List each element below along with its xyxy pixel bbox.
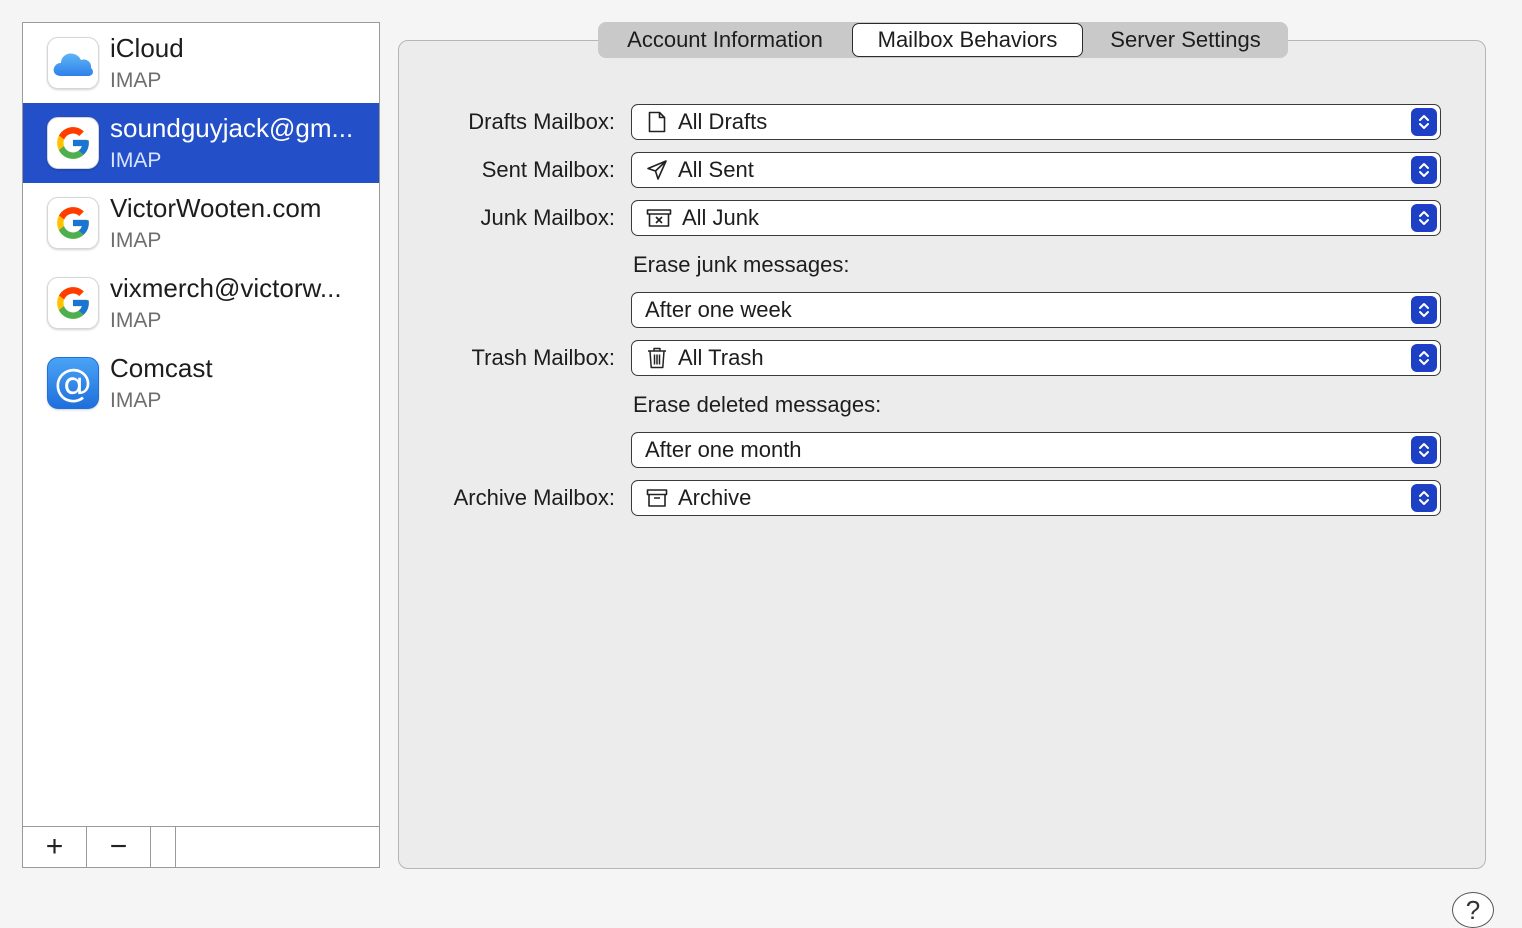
at-sign-icon: @: [47, 357, 99, 409]
account-list[interactable]: iCloud IMAP soundguyjack@gm... IMAP Vict…: [22, 22, 380, 868]
account-type: IMAP: [110, 309, 162, 332]
account-list-footer: + −: [23, 826, 379, 867]
tab-mailbox-behaviors[interactable]: Mailbox Behaviors: [852, 23, 1083, 57]
chevron-updown-icon: [1411, 156, 1437, 184]
account-row-vixmerch[interactable]: vixmerch@victorw... IMAP: [23, 263, 379, 343]
archive-mailbox-popup[interactable]: Archive: [631, 480, 1441, 516]
drafts-mailbox-popup[interactable]: All Drafts: [631, 104, 1441, 140]
erase-deleted-popup[interactable]: After one month: [631, 432, 1441, 468]
erase-deleted-value: After one month: [645, 437, 802, 462]
account-name: soundguyjack@gm...: [110, 113, 354, 143]
trash-mailbox-popup[interactable]: All Trash: [631, 340, 1441, 376]
help-button[interactable]: ?: [1452, 892, 1494, 928]
sent-mailbox-label: Sent Mailbox:: [481, 157, 615, 182]
tab-server-settings[interactable]: Server Settings: [1083, 22, 1288, 58]
erase-junk-label: Erase junk messages:: [633, 252, 850, 277]
sent-mailbox-popup[interactable]: All Sent: [631, 152, 1441, 188]
account-row-comcast[interactable]: @ Comcast IMAP: [23, 343, 379, 423]
remove-account-button[interactable]: −: [87, 827, 151, 867]
account-row-soundguyjack[interactable]: soundguyjack@gm... IMAP: [23, 103, 379, 183]
account-type: IMAP: [110, 229, 162, 252]
archive-box-icon: [646, 487, 668, 509]
trash-icon: [646, 347, 668, 369]
chevron-updown-icon: [1411, 204, 1437, 232]
google-icon: [47, 197, 99, 249]
chevron-updown-icon: [1411, 344, 1437, 372]
tab-account-information[interactable]: Account Information: [598, 22, 852, 58]
google-icon: [47, 277, 99, 329]
chevron-updown-icon: [1411, 484, 1437, 512]
junk-mailbox-popup[interactable]: All Junk: [631, 200, 1441, 236]
chevron-updown-icon: [1411, 436, 1437, 464]
account-type: IMAP: [110, 389, 162, 412]
trash-mailbox-value: All Trash: [678, 345, 764, 370]
drafts-mailbox-value: All Drafts: [678, 109, 768, 134]
google-icon: [47, 117, 99, 169]
erase-deleted-label: Erase deleted messages:: [633, 392, 882, 417]
account-name: iCloud: [110, 33, 184, 63]
erase-junk-value: After one week: [645, 297, 792, 322]
chevron-updown-icon: [1411, 108, 1437, 136]
junk-box-icon: [646, 207, 672, 229]
erase-junk-popup[interactable]: After one week: [631, 292, 1441, 328]
account-type: IMAP: [110, 69, 162, 92]
document-icon: [646, 111, 668, 133]
add-account-button[interactable]: +: [23, 827, 87, 867]
sent-mailbox-value: All Sent: [678, 157, 754, 182]
junk-mailbox-value: All Junk: [682, 205, 760, 230]
chevron-updown-icon: [1411, 296, 1437, 324]
junk-mailbox-label: Junk Mailbox:: [480, 205, 615, 230]
account-row-icloud[interactable]: iCloud IMAP: [23, 23, 379, 103]
tab-bar: Account Information Mailbox Behaviors Se…: [598, 22, 1288, 58]
trash-mailbox-label: Trash Mailbox:: [471, 345, 615, 370]
archive-mailbox-value: Archive: [678, 485, 752, 510]
paper-plane-icon: [646, 159, 668, 181]
account-name: VictorWooten.com: [110, 193, 322, 223]
archive-mailbox-label: Archive Mailbox:: [453, 485, 615, 510]
footer-divider: [151, 827, 176, 867]
drafts-mailbox-label: Drafts Mailbox:: [468, 109, 615, 134]
account-name: vixmerch@victorw...: [110, 273, 342, 303]
account-name: Comcast: [110, 353, 213, 383]
icloud-icon: [47, 37, 99, 89]
account-type: IMAP: [110, 149, 162, 172]
account-row-victorwooten[interactable]: VictorWooten.com IMAP: [23, 183, 379, 263]
